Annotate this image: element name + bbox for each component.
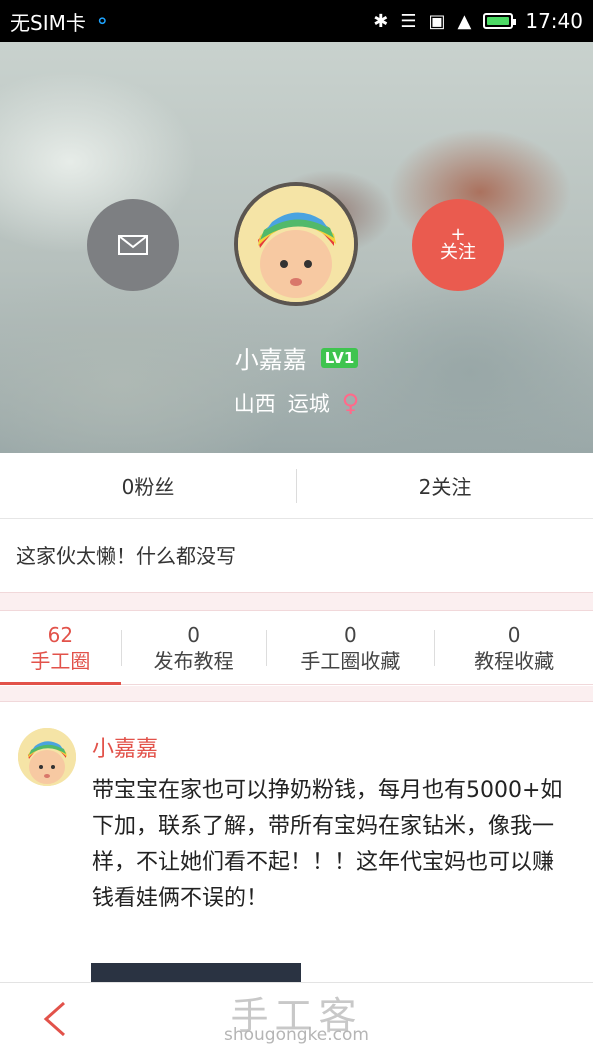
post-card[interactable]: 小嘉嘉 带宝宝在家也可以挣奶粉钱，每月也有5000+如下加，联系了解，带所有宝妈… <box>0 703 593 985</box>
follow-button[interactable]: + 关注 <box>412 199 504 291</box>
tab-count: 0 <box>507 623 521 647</box>
tab-count: 0 <box>344 623 357 647</box>
tab-published-tutorials[interactable]: 0 发布教程 <box>122 612 266 684</box>
stats-bar: 0粉丝 2关注 <box>0 453 593 519</box>
profile-avatar[interactable] <box>234 182 358 306</box>
username-row: 小嘉嘉 LV1 <box>0 340 593 375</box>
back-chevron-icon[interactable] <box>38 999 74 1039</box>
tab-count: 62 <box>47 623 74 647</box>
watermark-url: shougongke.com <box>224 1025 369 1045</box>
wifi-icon: ☰ <box>400 10 417 32</box>
baby-avatar-image <box>18 728 76 786</box>
tab-handcraft-circle[interactable]: 62 手工圈 <box>0 612 121 685</box>
profile-header: + 关注 小嘉嘉 LV1 山西 运城 ♀ <box>0 42 593 453</box>
section-divider <box>0 592 593 611</box>
tab-tutorial-favorites[interactable]: 0 教程收藏 <box>435 612 593 684</box>
bluetooth-icon: ✱ <box>373 10 389 32</box>
tab-label: 教程收藏 <box>474 649 555 673</box>
fans-count[interactable]: 0粉丝 <box>0 471 296 500</box>
section-divider <box>0 686 593 702</box>
post-author-name[interactable]: 小嘉嘉 <box>92 731 158 763</box>
level-badge: LV1 <box>320 347 359 368</box>
post-content: 带宝宝在家也可以挣奶粉钱，每月也有5000+如下加，联系了解，带所有宝妈在家钻米… <box>92 778 563 911</box>
baby-avatar-image <box>238 186 354 302</box>
bottom-bar: 手工客 shougongke.com <box>0 982 593 1054</box>
tab-count: 0 <box>187 623 201 647</box>
female-icon: ♀ <box>341 389 360 417</box>
follow-label: 关注 <box>440 242 476 263</box>
post-author-avatar[interactable] <box>18 728 76 786</box>
message-button[interactable] <box>87 199 179 291</box>
headset-icon: ⚬ <box>93 9 111 33</box>
status-bar: 无SIM卡 ⚬ ✱ ☰ ▣ ▲ 17:40 <box>0 0 593 42</box>
province-text: 山西 <box>233 392 276 416</box>
username-text: 小嘉嘉 <box>234 346 307 374</box>
city-text: 运城 <box>287 392 330 416</box>
battery-icon <box>483 13 517 29</box>
tab-circle-favorites[interactable]: 0 手工圈收藏 <box>267 612 435 684</box>
plus-icon: + <box>450 224 466 245</box>
following-count[interactable]: 2关注 <box>297 471 593 500</box>
profile-tabs: 62 手工圈 0 发布教程 0 手工圈收藏 0 教程收藏 <box>0 612 593 685</box>
sim-error-icon: ▣ <box>428 10 446 32</box>
tab-label: 手工圈 <box>30 649 91 673</box>
location-row: 山西 运城 ♀ <box>0 388 593 418</box>
bio-text: 这家伙太懒！什么都没写 <box>16 544 236 568</box>
carrier-text: 无SIM卡 <box>10 10 86 35</box>
clock-text: 17:40 <box>525 9 583 33</box>
tab-label: 手工圈收藏 <box>300 649 401 673</box>
signal-icon: ▲ <box>457 10 472 32</box>
tab-label: 发布教程 <box>153 649 234 673</box>
mail-icon <box>118 235 148 255</box>
